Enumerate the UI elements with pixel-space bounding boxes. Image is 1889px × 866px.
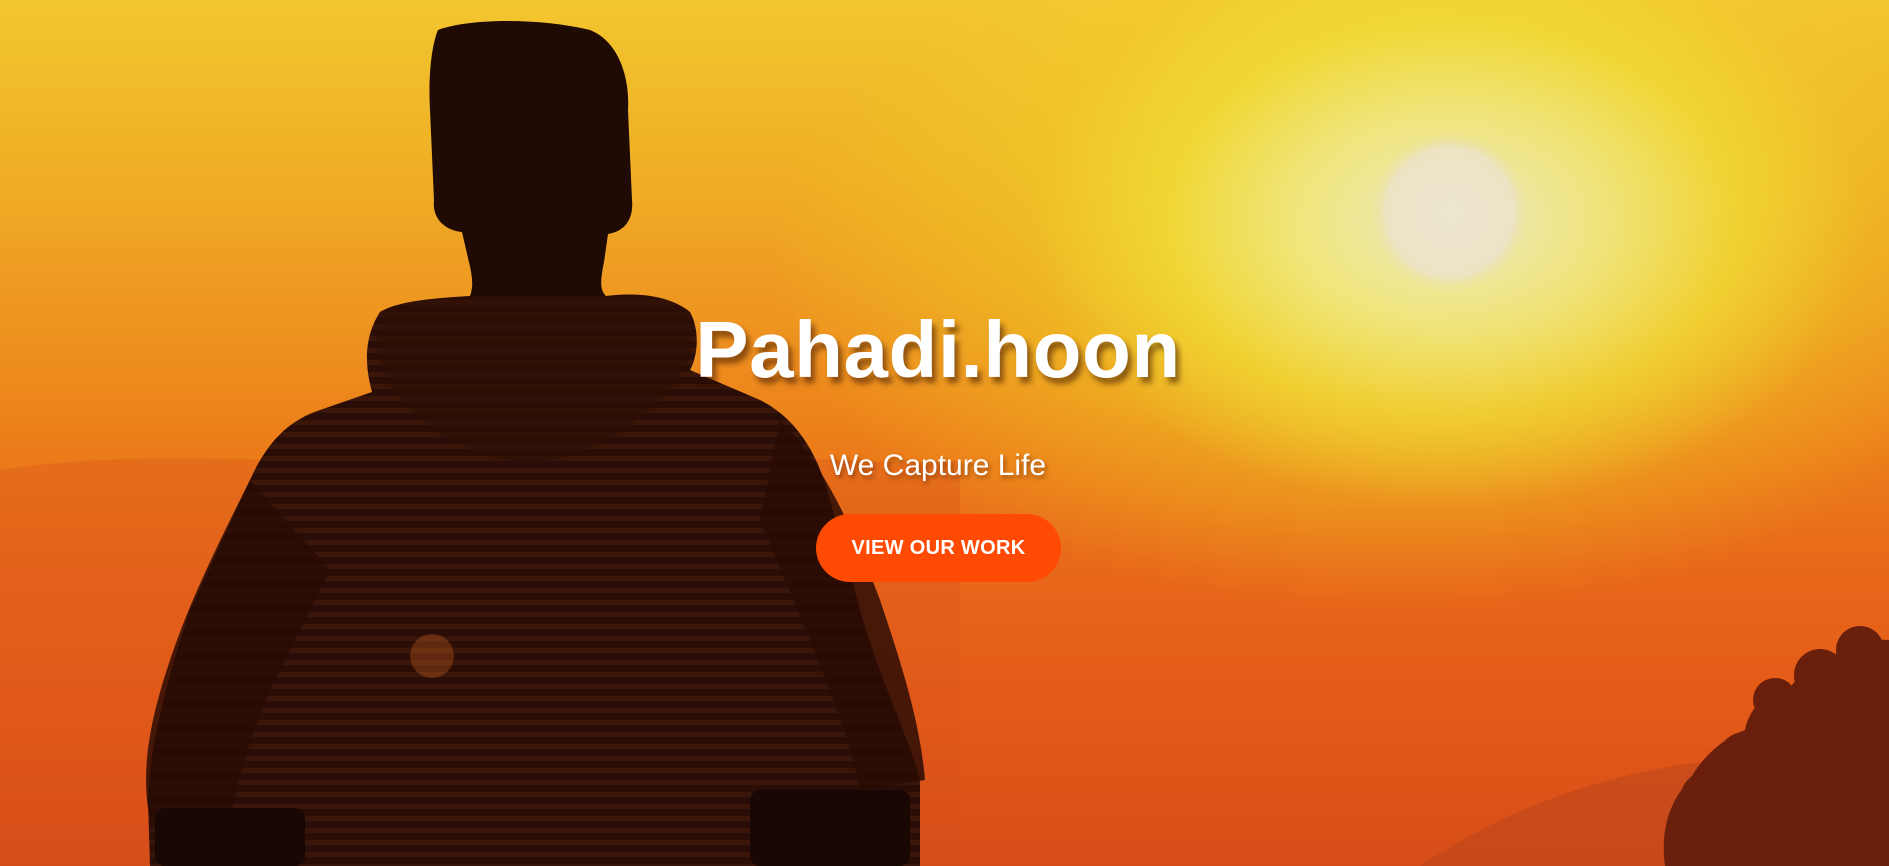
hero-section: Pahadi.hoon We Capture Life VIEW OUR WOR… — [0, 0, 1889, 866]
view-our-work-button[interactable]: VIEW OUR WORK — [816, 514, 1061, 582]
tagline: We Capture Life — [829, 449, 1047, 482]
hero-content: Pahadi.hoon We Capture Life VIEW OUR WOR… — [0, 0, 1889, 866]
site-title: Pahadi.hoon — [695, 305, 1181, 394]
